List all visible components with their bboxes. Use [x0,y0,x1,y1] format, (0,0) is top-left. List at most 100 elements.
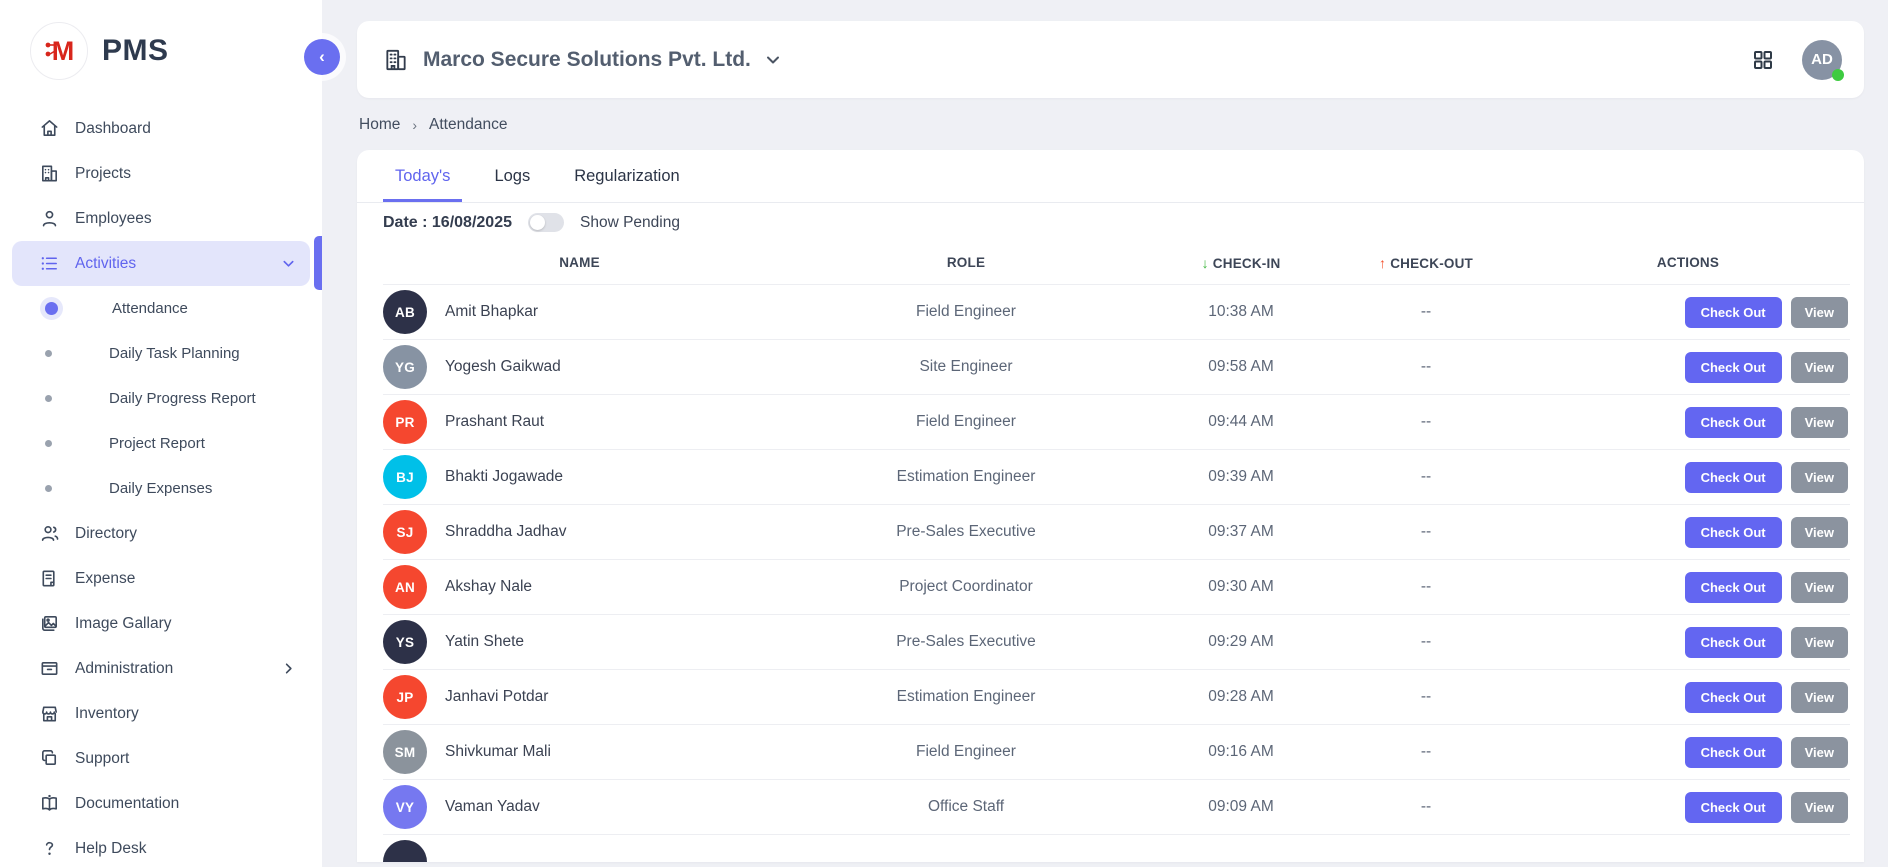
company-selector[interactable]: Marco Secure Solutions Pvt. Ltd. [383,47,781,73]
check-out-button[interactable]: Check Out [1685,627,1782,658]
sidebar-item-label: Activities [75,255,136,273]
column-header-name: NAME [383,255,776,270]
view-button[interactable]: View [1791,462,1848,493]
sidebar-item-image-gallary[interactable]: Image Gallary [12,601,310,646]
check-out-time: -- [1326,688,1526,706]
check-in-time: 09:16 AM [1156,743,1326,761]
view-button[interactable]: View [1791,407,1848,438]
sidebar-subitem-daily-expenses[interactable]: Daily Expenses [0,466,322,511]
view-button[interactable]: View [1791,627,1848,658]
employee-name: Amit Bhapkar [436,303,776,321]
view-button[interactable]: View [1791,572,1848,603]
show-pending-toggle[interactable] [528,213,564,232]
sidebar-item-label: Inventory [75,705,139,723]
company-name: Marco Secure Solutions Pvt. Ltd. [423,48,751,72]
apps-grid-button[interactable] [1752,49,1774,71]
check-out-button[interactable]: Check Out [1685,352,1782,383]
book-icon [38,793,60,815]
sidebar-item-support[interactable]: Support [12,736,310,781]
app-title: PMS [102,34,169,68]
table-row: SJ Shraddha Jadhav Pre-Sales Executive 0… [383,504,1850,559]
check-out-button[interactable]: Check Out [1685,572,1782,603]
top-header: Marco Secure Solutions Pvt. Ltd. AD [357,21,1864,98]
sidebar-item-administration[interactable]: Administration [12,646,310,691]
sidebar-item-documentation[interactable]: Documentation [12,781,310,826]
check-out-time: -- [1326,303,1526,321]
employee-name: Bhakti Jogawade [436,468,776,486]
sidebar-collapse-button[interactable]: ‹ [304,39,340,75]
check-in-time: 09:29 AM [1156,633,1326,651]
breadcrumb-home[interactable]: Home [359,116,400,134]
employee-role: Office Staff [776,798,1156,816]
sidebar-item-label: Employees [75,210,152,228]
sidebar-subitem-attendance[interactable]: Attendance [0,286,322,331]
filter-row: Date : 16/08/2025 Show Pending [357,203,1864,241]
check-out-button[interactable]: Check Out [1685,407,1782,438]
view-button[interactable]: View [1791,792,1848,823]
tab-regularization[interactable]: Regularization [562,150,691,202]
question-icon [38,838,60,860]
store-icon [38,703,60,725]
check-out-button[interactable]: Check Out [1685,792,1782,823]
check-out-button[interactable]: Check Out [1685,682,1782,713]
check-out-button[interactable]: Check Out [1685,737,1782,768]
sidebar-item-help-desk[interactable]: Help Desk [12,826,310,867]
tab-logs[interactable]: Logs [482,150,542,202]
check-out-button[interactable]: Check Out [1685,462,1782,493]
column-header-actions: ACTIONS [1526,255,1850,270]
check-in-time: 09:37 AM [1156,523,1326,541]
sidebar-item-directory[interactable]: Directory [12,511,310,556]
sidebar-subitem-daily-progress-report[interactable]: Daily Progress Report [0,376,322,421]
view-button[interactable]: View [1791,517,1848,548]
check-in-time: 09:39 AM [1156,468,1326,486]
view-button[interactable]: View [1791,737,1848,768]
sidebar: M PMS Dashboard Projects Employees Activiti… [0,0,322,867]
sidebar-item-label: Directory [75,525,137,543]
view-button[interactable]: View [1791,297,1848,328]
sidebar-nav: Dashboard Projects Employees Activities Atte… [0,106,322,867]
check-out-button[interactable]: Check Out [1685,297,1782,328]
sidebar-item-employees[interactable]: Employees [12,196,310,241]
attendance-card: Today's Logs Regularization Date : 16/08/2… [357,150,1864,862]
sidebar-item-activities[interactable]: Activities [12,241,310,286]
view-button[interactable]: View [1791,682,1848,713]
table-row: YG Yogesh Gaikwad Site Engineer 09:58 AM… [383,339,1850,394]
topbar-right: AD [1752,40,1842,80]
home-icon [38,118,60,140]
list-icon [38,253,60,275]
check-out-button[interactable]: Check Out [1685,517,1782,548]
svg-text:M: M [52,36,75,66]
employee-role: Field Engineer [776,413,1156,431]
avatar: BJ [383,455,427,499]
view-button[interactable]: View [1791,352,1848,383]
column-header-check-out[interactable]: ↑CHECK-OUT [1326,255,1526,271]
check-out-time: -- [1326,798,1526,816]
main-area: Marco Secure Solutions Pvt. Ltd. AD [322,0,1888,867]
check-out-time: -- [1326,413,1526,431]
toggle-knob [530,215,545,230]
support-icon [38,748,60,770]
user-avatar[interactable]: AD [1802,40,1842,80]
avatar: YS [383,620,427,664]
column-label: CHECK-IN [1213,256,1281,271]
sidebar-item-inventory[interactable]: Inventory [12,691,310,736]
avatar: SJ [383,510,427,554]
app-root: M PMS Dashboard Projects Employees Activiti… [0,0,1888,867]
logo-mark-icon: M [30,22,88,80]
column-header-check-in[interactable]: ↓CHECK-IN [1156,255,1326,271]
sidebar-subitem-daily-task-planning[interactable]: Daily Task Planning [0,331,322,376]
table-row: JP Janhavi Potdar Estimation Engineer 09… [383,669,1850,724]
employee-role: Estimation Engineer [776,468,1156,486]
date-value: 16/08/2025 [432,214,512,231]
sidebar-item-label: Dashboard [75,120,151,138]
sidebar-item-expense[interactable]: Expense [12,556,310,601]
table-row: AN Akshay Nale Project Coordinator 09:30… [383,559,1850,614]
bullet-icon [45,440,52,447]
chevron-left-icon: ‹ [319,47,325,67]
admin-icon [38,658,60,680]
sidebar-item-projects[interactable]: Projects [12,151,310,196]
employee-name: Shraddha Jadhav [436,523,776,541]
sidebar-subitem-project-report[interactable]: Project Report [0,421,322,466]
sidebar-item-dashboard[interactable]: Dashboard [12,106,310,151]
tab-todays[interactable]: Today's [383,150,462,202]
